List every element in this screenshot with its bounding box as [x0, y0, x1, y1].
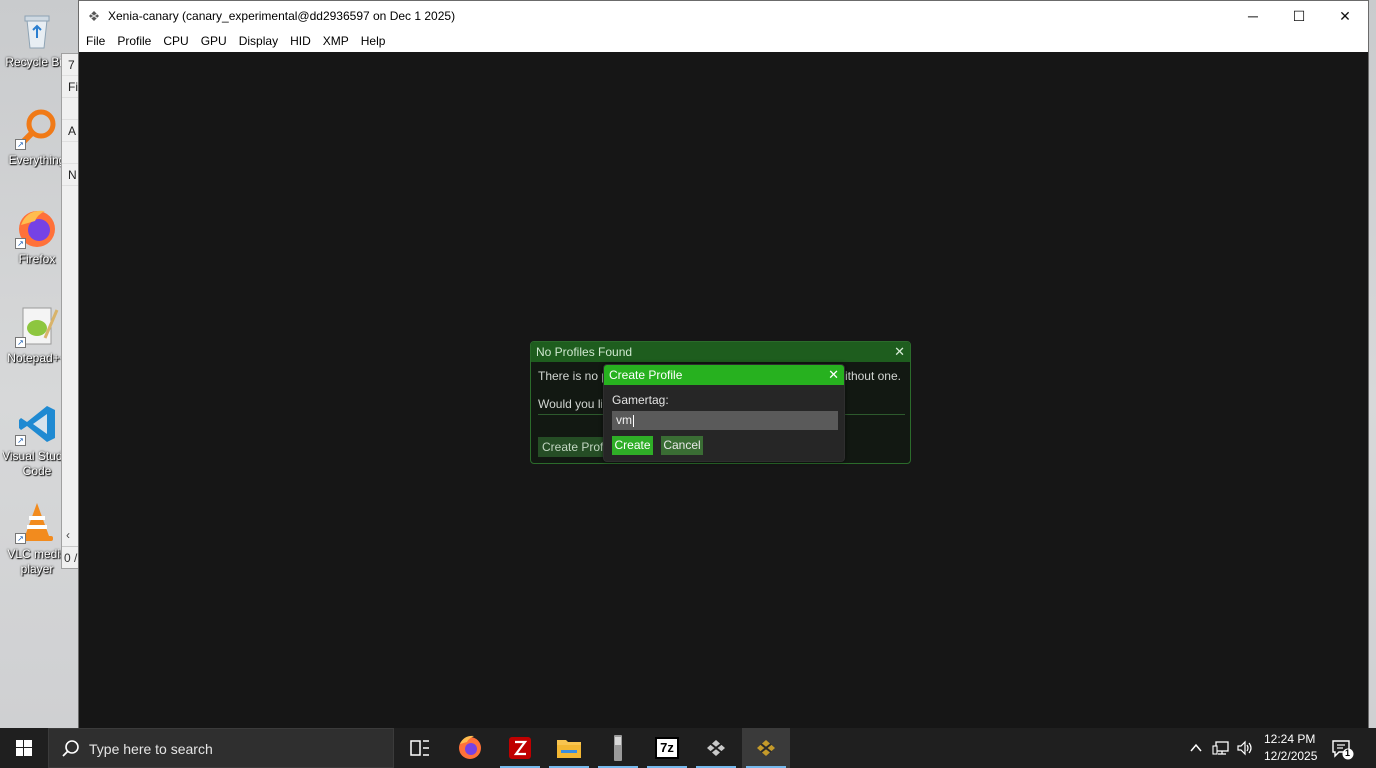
- dialog-title: Create Profile: [609, 368, 683, 382]
- menu-xmp[interactable]: XMP: [317, 31, 355, 52]
- vlc-cone-icon: ↗: [15, 500, 59, 544]
- search-icon: [62, 740, 79, 757]
- usb-drive-icon: [614, 735, 622, 761]
- menu-display[interactable]: Display: [233, 31, 284, 52]
- volume-icon[interactable]: [1236, 740, 1254, 756]
- emulator-viewport[interactable]: No Profiles Found ✕ There is no p withou…: [79, 52, 1368, 728]
- search-placeholder: Type here to search: [89, 741, 213, 757]
- no-profiles-dialog-header[interactable]: No Profiles Found ✕: [531, 342, 910, 362]
- minimize-button[interactable]: ─: [1230, 1, 1276, 31]
- windows-logo-icon: [16, 740, 32, 756]
- recycle-bin-icon: [15, 8, 59, 52]
- taskbar-xenia-canary[interactable]: [742, 728, 790, 768]
- xenia-icon: [707, 740, 725, 756]
- close-icon[interactable]: ✕: [894, 342, 905, 362]
- gamertag-value: vm: [616, 413, 632, 427]
- title-bar[interactable]: Xenia-canary (canary_experimental@dd2936…: [79, 1, 1368, 31]
- shortcut-arrow-icon: ↗: [15, 238, 26, 249]
- menu-profile[interactable]: Profile: [111, 31, 157, 52]
- create-profile-dialog: Create Profile ✕ Gamertag: vm Create Can…: [603, 364, 845, 462]
- dialog-question-line: Would you li: [538, 397, 602, 411]
- gamertag-label: Gamertag:: [612, 393, 669, 407]
- menu-file[interactable]: File: [79, 31, 111, 52]
- clock-date[interactable]: 12/2/2025: [1264, 749, 1317, 763]
- menu-gpu[interactable]: GPU: [195, 31, 233, 52]
- shortcut-arrow-icon: ↗: [15, 435, 26, 446]
- vscode-icon: ↗: [15, 402, 59, 446]
- taskbar-file-explorer[interactable]: [545, 728, 593, 768]
- xenia-window: Xenia-canary (canary_experimental@dd2936…: [78, 0, 1369, 728]
- shortcut-arrow-icon: ↗: [15, 337, 26, 348]
- menu-hid[interactable]: HID: [284, 31, 317, 52]
- taskbar-xenia[interactable]: [692, 728, 740, 768]
- shortcut-arrow-icon: ↗: [15, 139, 26, 150]
- menu-bar: File Profile CPU GPU Display HID XMP Help: [79, 31, 1368, 52]
- task-view-button[interactable]: [396, 728, 444, 768]
- close-button[interactable]: ✕: [1322, 1, 1368, 31]
- everything-search-icon: ↗: [15, 106, 59, 150]
- dialog-title: No Profiles Found: [536, 345, 633, 359]
- xenia-canary-icon: [757, 740, 775, 756]
- 7zip-icon: 7z: [655, 737, 679, 759]
- folder-icon: [557, 740, 581, 758]
- notepad-plus-plus-icon: ↗: [15, 304, 59, 348]
- action-center-button[interactable]: 1: [1330, 738, 1354, 760]
- window-title: Xenia-canary (canary_experimental@dd2936…: [108, 9, 456, 23]
- scroll-left-arrow-icon[interactable]: ‹: [66, 528, 70, 542]
- menu-help[interactable]: Help: [355, 31, 392, 52]
- clock-time[interactable]: 12:24 PM: [1264, 732, 1315, 746]
- create-profile-dialog-header[interactable]: Create Profile ✕: [604, 365, 844, 385]
- create-profile-button[interactable]: Create Profi: [538, 437, 608, 457]
- gamertag-input[interactable]: vm: [612, 411, 838, 430]
- taskbar-usb-tool[interactable]: [594, 728, 642, 768]
- taskbar-firefox[interactable]: [446, 728, 494, 768]
- create-button[interactable]: Create: [612, 436, 653, 455]
- taskbar-7zip[interactable]: 7z: [643, 728, 691, 768]
- dialog-message-line-end: without one.: [836, 369, 901, 383]
- taskbar: Type here to search 7z 12:24 PM 12/2/202…: [0, 728, 1376, 768]
- dialog-message-line: There is no p: [538, 369, 609, 383]
- chevron-up-icon[interactable]: [1188, 740, 1204, 756]
- firefox-icon: ↗: [15, 205, 59, 249]
- notification-count: 1: [1345, 748, 1351, 758]
- text-caret: [633, 414, 634, 427]
- menu-cpu[interactable]: CPU: [157, 31, 194, 52]
- taskbar-search-box[interactable]: Type here to search: [48, 728, 394, 768]
- firefox-icon: [459, 735, 481, 759]
- xenia-app-icon: [89, 11, 99, 21]
- shortcut-arrow-icon: ↗: [15, 533, 26, 544]
- close-icon[interactable]: ✕: [828, 365, 839, 385]
- taskbar-filezilla[interactable]: [496, 728, 544, 768]
- filezilla-icon: [509, 737, 531, 759]
- start-button[interactable]: [0, 728, 48, 768]
- notification-icon: [1332, 740, 1354, 760]
- network-icon[interactable]: [1212, 740, 1230, 756]
- task-view-icon: [410, 740, 429, 756]
- maximize-button[interactable]: ☐: [1276, 1, 1322, 31]
- cancel-button[interactable]: Cancel: [661, 436, 703, 455]
